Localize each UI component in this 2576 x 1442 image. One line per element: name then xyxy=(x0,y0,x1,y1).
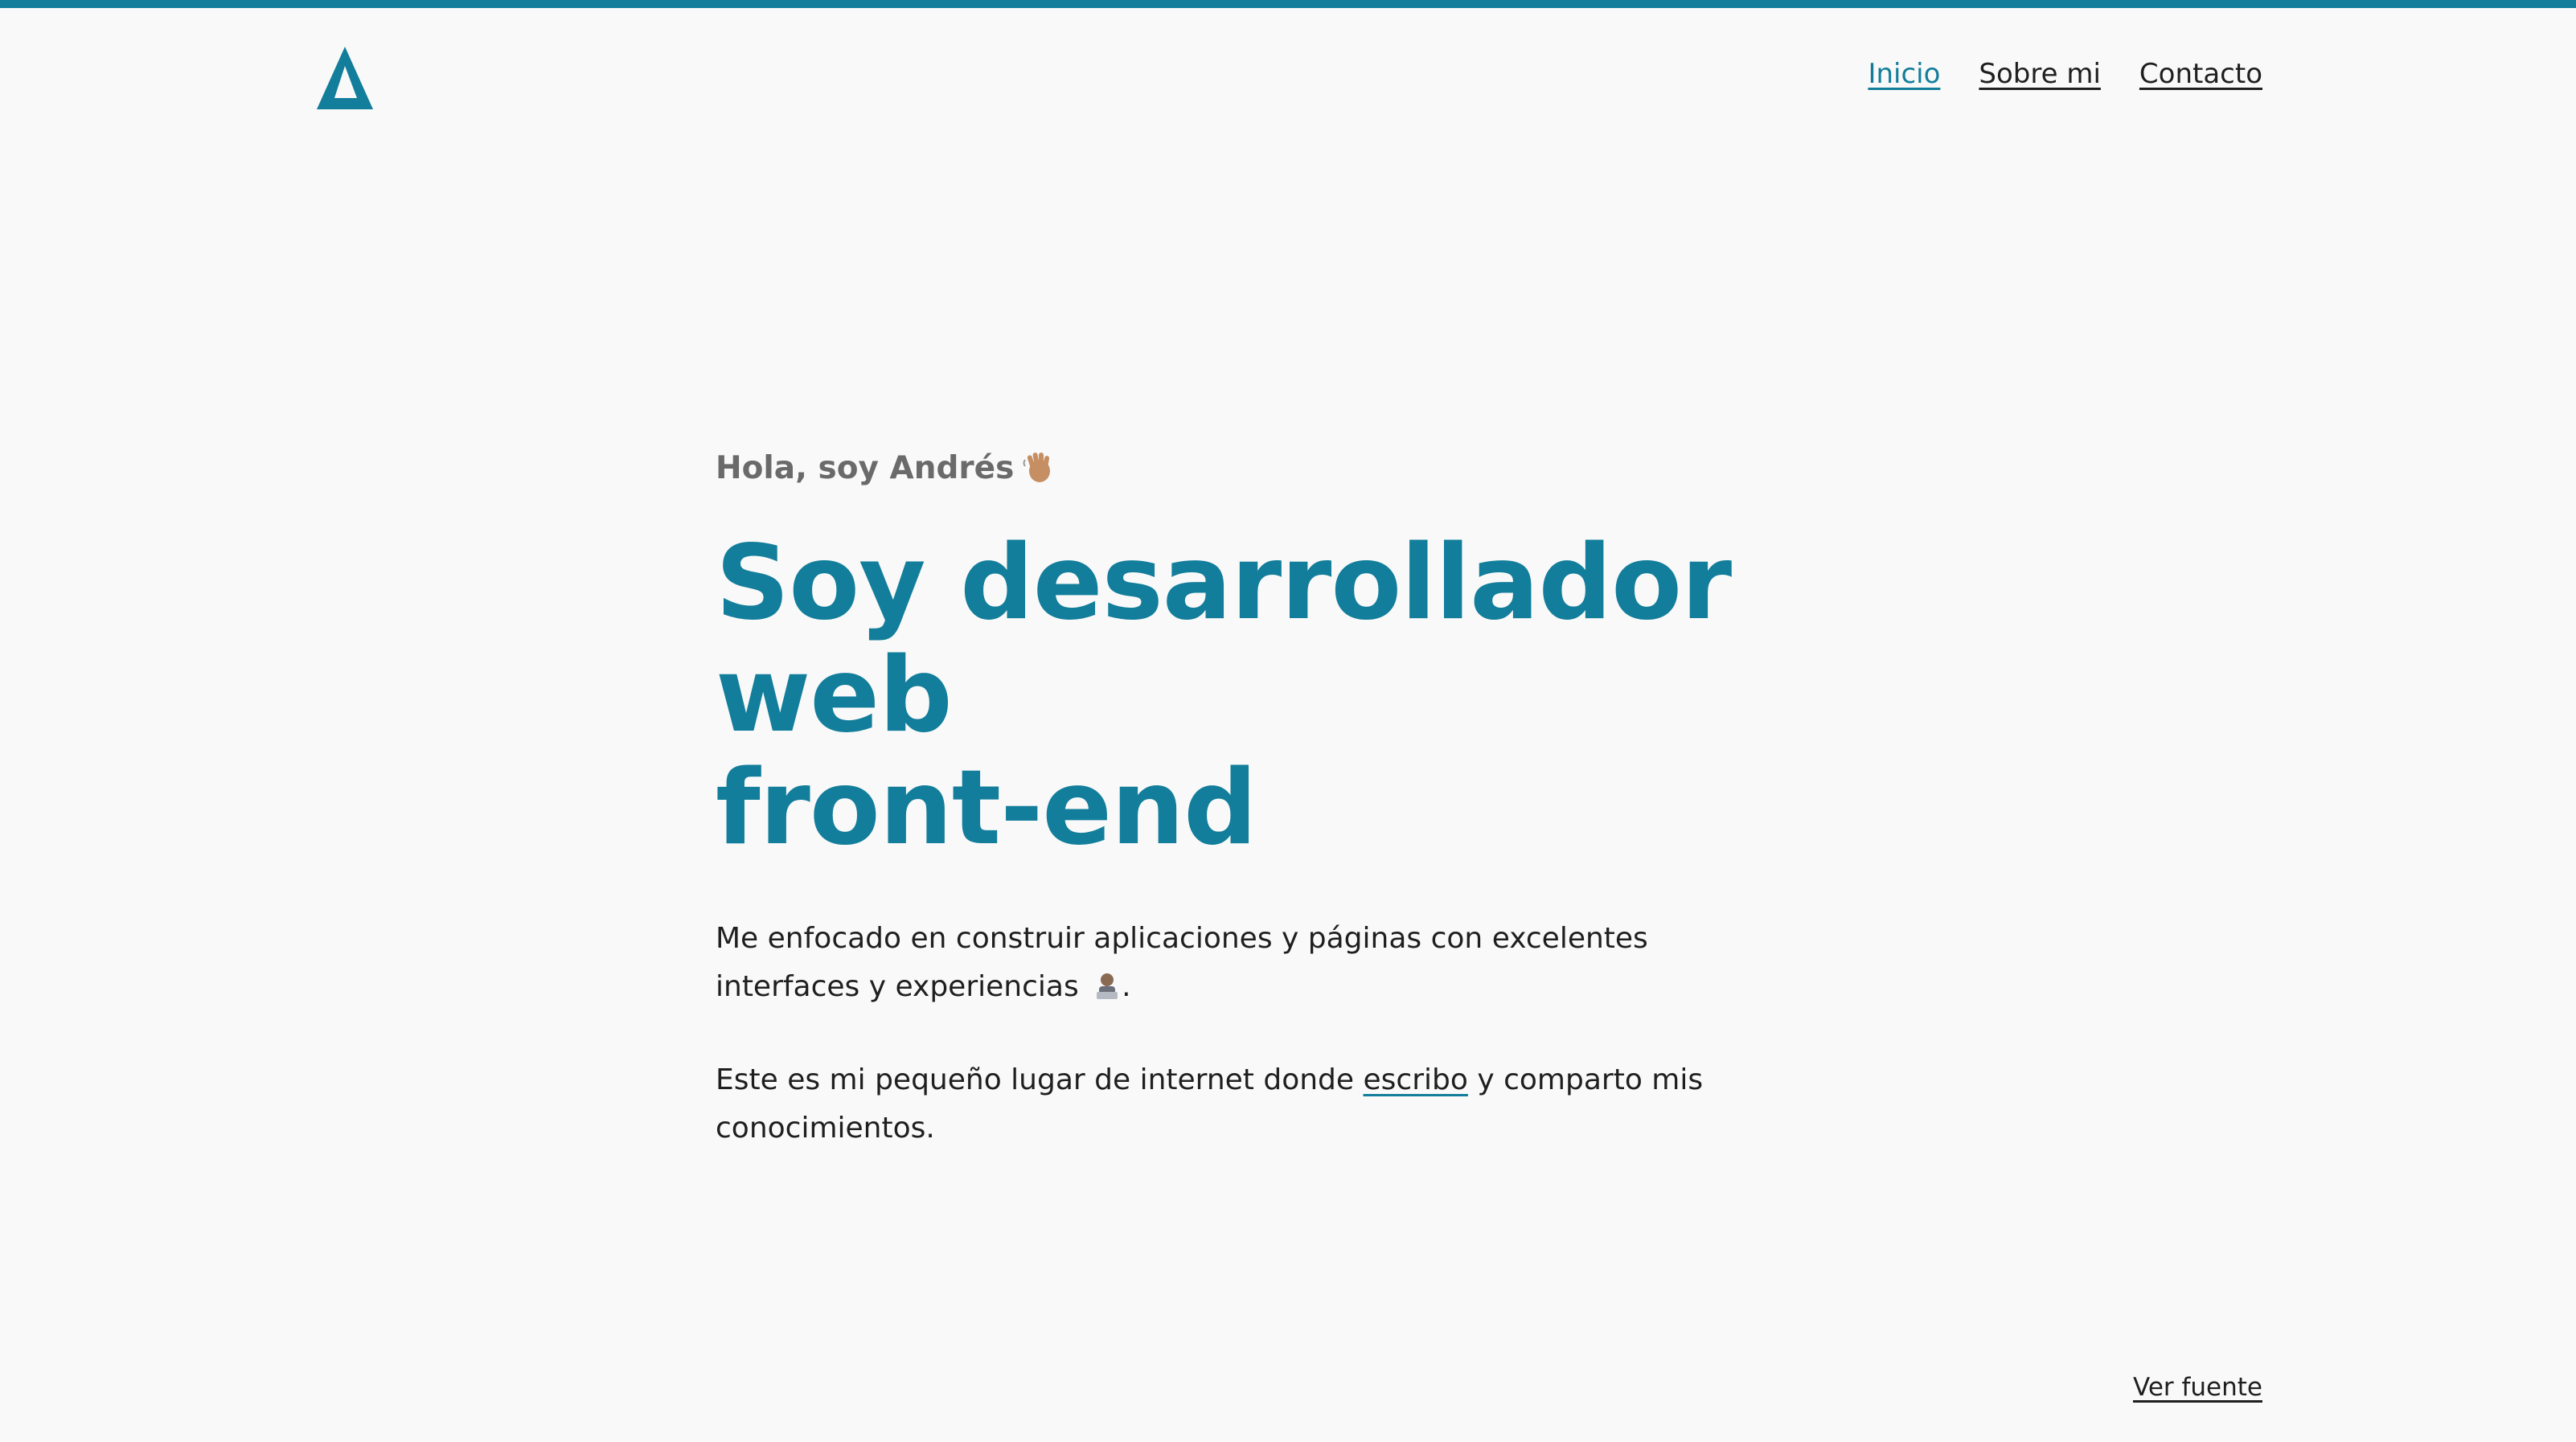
hero-section: Hola, soy Andrés Soy desarrollador web f… xyxy=(716,444,1857,1153)
intro-paragraph: Me enfocado en construir aplicaciones y … xyxy=(716,915,1729,1011)
intro-text: Me enfocado en construir aplicaciones y … xyxy=(716,922,1648,1003)
nav-link-sobre-mi[interactable]: Sobre mi xyxy=(1979,58,2101,90)
blog-text-before: Este es mi pequeño lugar de internet don… xyxy=(716,1063,1355,1096)
triangle-logo-icon[interactable] xyxy=(315,45,375,111)
nav-link-contacto[interactable]: Contacto xyxy=(2139,58,2262,90)
top-accent-bar xyxy=(0,0,2576,8)
greeting: Hola, soy Andrés xyxy=(716,444,1857,492)
hero-headline: Soy desarrollador web front-end xyxy=(716,527,1857,865)
waving-hand-icon xyxy=(1023,453,1051,482)
view-source-link[interactable]: Ver fuente xyxy=(2133,1373,2262,1402)
greeting-text: Hola, soy Andrés xyxy=(716,449,1015,486)
blog-paragraph: Este es mi pequeño lugar de internet don… xyxy=(716,1056,1729,1153)
nav-link-inicio[interactable]: Inicio xyxy=(1868,58,1940,90)
main-nav: Inicio Sobre mi Contacto xyxy=(1868,58,2262,90)
headline-line-2: front-end xyxy=(716,748,1257,868)
headline-line-1: Soy desarrollador web xyxy=(716,523,1732,756)
intro-end: . xyxy=(1122,970,1131,1003)
blog-link[interactable]: escribo xyxy=(1364,1063,1468,1096)
person-at-laptop-icon xyxy=(1097,973,1118,999)
